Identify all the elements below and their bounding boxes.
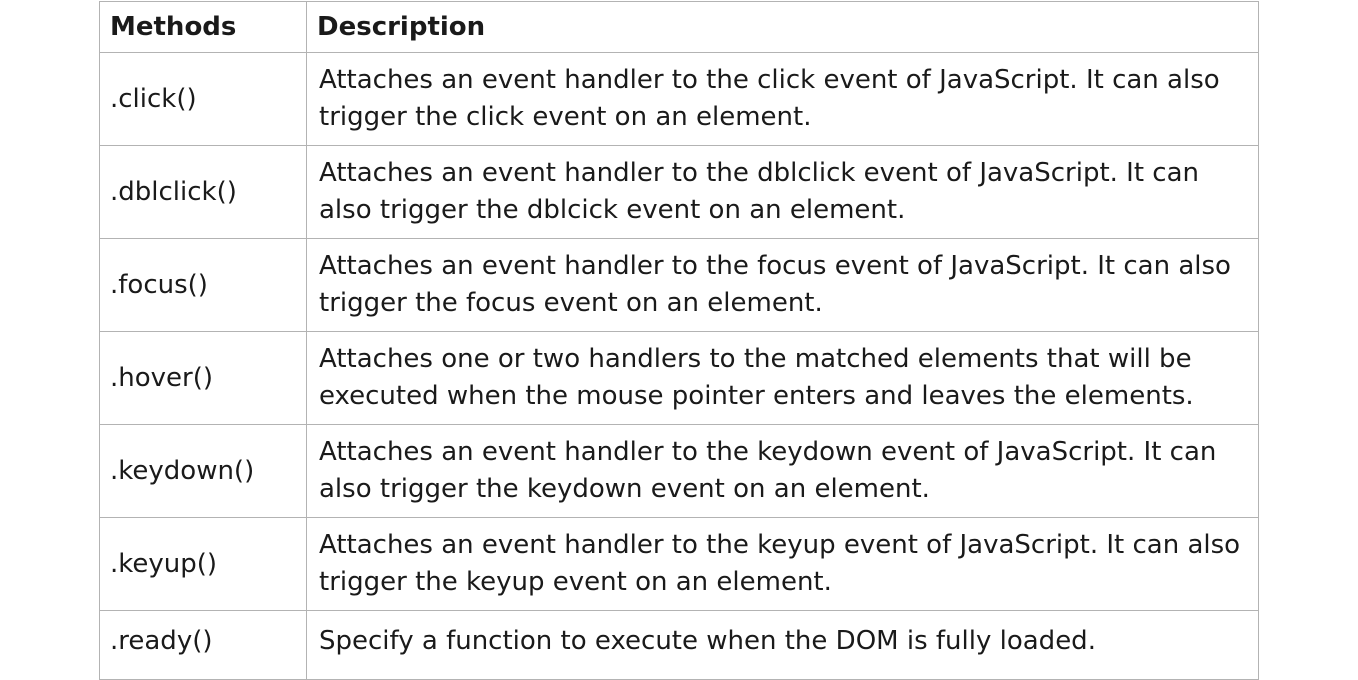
method-cell: .ready() xyxy=(99,610,307,680)
header-methods: Methods xyxy=(99,1,307,53)
method-cell: .focus() xyxy=(99,238,307,332)
table-row: .ready() Specify a function to execute w… xyxy=(99,610,1259,680)
table-row: .keydown() Attaches an event handler to … xyxy=(99,424,1259,518)
description-cell: Attaches an event handler to the dblclic… xyxy=(306,145,1259,239)
header-description: Description xyxy=(306,1,1259,53)
description-cell: Specify a function to execute when the D… xyxy=(306,610,1259,680)
method-cell: .keydown() xyxy=(99,424,307,518)
method-cell: .hover() xyxy=(99,331,307,425)
description-cell: Attaches one or two handlers to the matc… xyxy=(306,331,1259,425)
jquery-event-methods-table: Methods Description .click() Attaches an… xyxy=(99,1,1259,680)
table-row: .click() Attaches an event handler to th… xyxy=(99,52,1259,146)
table-row: .keyup() Attaches an event handler to th… xyxy=(99,517,1259,611)
method-cell: .dblclick() xyxy=(99,145,307,239)
table-row: .focus() Attaches an event handler to th… xyxy=(99,238,1259,332)
method-cell: .keyup() xyxy=(99,517,307,611)
table-row: .hover() Attaches one or two handlers to… xyxy=(99,331,1259,425)
table-header-row: Methods Description xyxy=(99,1,1259,53)
method-cell: .click() xyxy=(99,52,307,146)
description-cell: Attaches an event handler to the keydown… xyxy=(306,424,1259,518)
description-cell: Attaches an event handler to the focus e… xyxy=(306,238,1259,332)
table-row: .dblclick() Attaches an event handler to… xyxy=(99,145,1259,239)
description-cell: Attaches an event handler to the click e… xyxy=(306,52,1259,146)
description-cell: Attaches an event handler to the keyup e… xyxy=(306,517,1259,611)
